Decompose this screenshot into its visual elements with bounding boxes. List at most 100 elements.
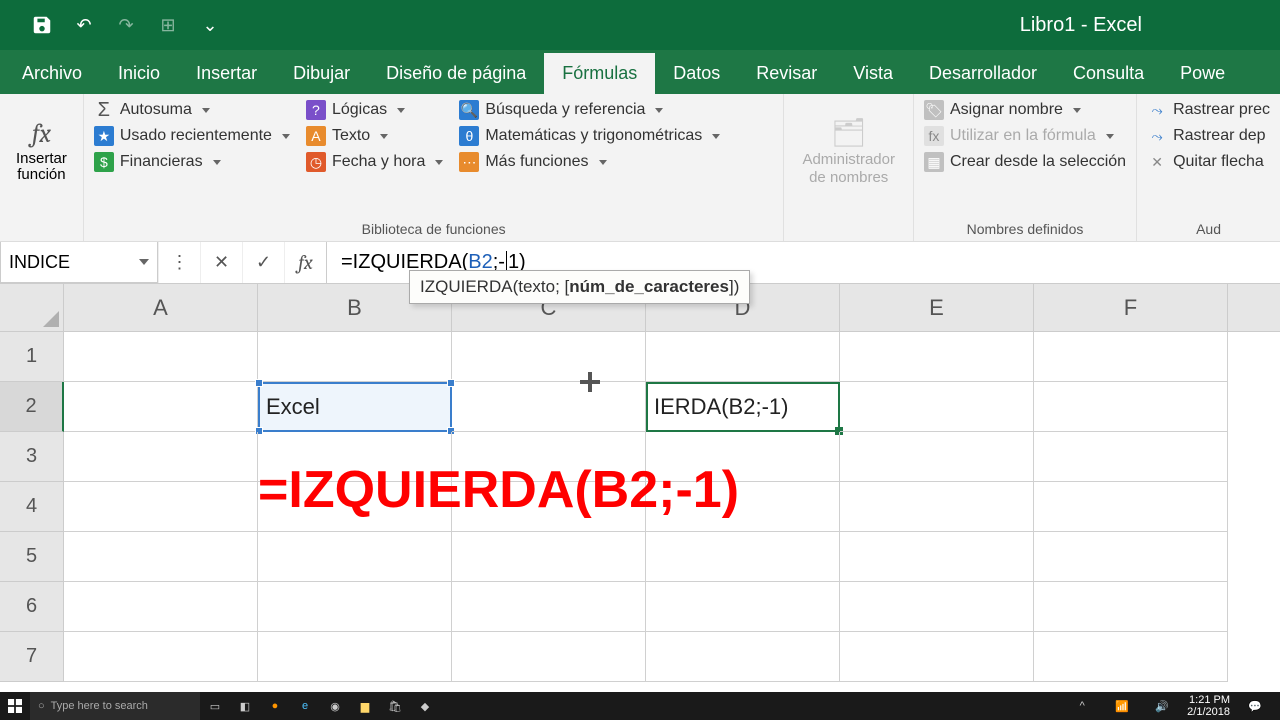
taskbar-app-1[interactable]: ◧ bbox=[230, 692, 260, 720]
cell-e5[interactable] bbox=[840, 532, 1034, 582]
name-box[interactable]: INDICE bbox=[0, 242, 158, 283]
define-name-button[interactable]: 🏷Asignar nombre bbox=[924, 100, 1126, 120]
touch-mode-icon[interactable]: ⊞ bbox=[156, 13, 180, 37]
autosum-button[interactable]: ΣAutosuma bbox=[94, 100, 290, 120]
qat-customize-icon[interactable]: ⌄ bbox=[198, 13, 222, 37]
cell-c6[interactable] bbox=[452, 582, 646, 632]
tab-revisar[interactable]: Revisar bbox=[738, 53, 835, 94]
tab-datos[interactable]: Datos bbox=[655, 53, 738, 94]
notifications-icon[interactable]: 💬 bbox=[1240, 692, 1270, 720]
create-from-selection-button[interactable]: ▦Crear desde la selección bbox=[924, 152, 1126, 172]
cell-f2[interactable] bbox=[1034, 382, 1228, 432]
datetime-button[interactable]: ◷Fecha y hora bbox=[306, 152, 443, 172]
trace-dependents-button[interactable]: ⤳Rastrear dep bbox=[1147, 126, 1270, 146]
tab-vista[interactable]: Vista bbox=[835, 53, 911, 94]
undo-icon[interactable]: ↶ bbox=[72, 13, 96, 37]
cell-a6[interactable] bbox=[64, 582, 258, 632]
name-box-dropdown-icon[interactable] bbox=[139, 259, 149, 265]
more-button[interactable]: ⋯Más funciones bbox=[459, 152, 720, 172]
tray-network-icon[interactable]: 📶 bbox=[1107, 692, 1137, 720]
cell-d2[interactable]: IERDA(B2;-1) bbox=[646, 382, 840, 432]
cell-e6[interactable] bbox=[840, 582, 1034, 632]
cell-a2[interactable] bbox=[64, 382, 258, 432]
cell-d6[interactable] bbox=[646, 582, 840, 632]
row-header-2[interactable]: 2 bbox=[0, 382, 64, 432]
cell-f3[interactable] bbox=[1034, 432, 1228, 482]
taskbar-clock[interactable]: 1:21 PM 2/1/2018 bbox=[1187, 694, 1230, 718]
lookup-button[interactable]: 🔍Búsqueda y referencia bbox=[459, 100, 720, 120]
row-header-6[interactable]: 6 bbox=[0, 582, 64, 632]
cell-e7[interactable] bbox=[840, 632, 1034, 682]
cell-f5[interactable] bbox=[1034, 532, 1228, 582]
trace-precedents-button[interactable]: ⤳Rastrear prec bbox=[1147, 100, 1270, 120]
cell-a4[interactable] bbox=[64, 482, 258, 532]
cell-a5[interactable] bbox=[64, 532, 258, 582]
cancel-formula-button[interactable]: ✕ bbox=[200, 242, 242, 283]
cell-f6[interactable] bbox=[1034, 582, 1228, 632]
cell-e4[interactable] bbox=[840, 482, 1034, 532]
cell-e3[interactable] bbox=[840, 432, 1034, 482]
tab-dibujar[interactable]: Dibujar bbox=[275, 53, 368, 94]
tab-diseno[interactable]: Diseño de página bbox=[368, 53, 544, 94]
cell-c2[interactable] bbox=[452, 382, 646, 432]
insert-function-button[interactable]: fx Insertar función bbox=[10, 96, 73, 206]
recent-button[interactable]: ★Usado recientemente bbox=[94, 126, 290, 146]
cell-a1[interactable] bbox=[64, 332, 258, 382]
taskbar-store[interactable]: 🛍 bbox=[380, 692, 410, 720]
cell-b7[interactable] bbox=[258, 632, 452, 682]
taskbar-edge[interactable]: e bbox=[290, 692, 320, 720]
use-in-formula-button[interactable]: fxUtilizar en la fórmula bbox=[924, 126, 1126, 146]
taskbar-explorer[interactable]: ▆ bbox=[350, 692, 380, 720]
taskbar-search[interactable]: ○ Type here to search bbox=[30, 692, 200, 720]
row-header-4[interactable]: 4 bbox=[0, 482, 64, 532]
cell-a3[interactable] bbox=[64, 432, 258, 482]
col-header-a[interactable]: A bbox=[64, 284, 258, 331]
selection-handle-icon[interactable] bbox=[255, 379, 263, 387]
row-header-5[interactable]: 5 bbox=[0, 532, 64, 582]
cell-b2[interactable]: Excel bbox=[258, 382, 452, 432]
tab-formulas[interactable]: Fórmulas bbox=[544, 53, 655, 94]
tray-up-icon[interactable]: ^ bbox=[1067, 692, 1097, 720]
select-all-corner[interactable] bbox=[0, 284, 64, 332]
text-button[interactable]: ATexto bbox=[306, 126, 443, 146]
cell-f7[interactable] bbox=[1034, 632, 1228, 682]
taskbar-firefox[interactable]: ● bbox=[260, 692, 290, 720]
row-header-1[interactable]: 1 bbox=[0, 332, 64, 382]
tab-power[interactable]: Powe bbox=[1162, 53, 1243, 94]
tab-archivo[interactable]: Archivo bbox=[4, 53, 100, 94]
cell-d5[interactable] bbox=[646, 532, 840, 582]
cell-b5[interactable] bbox=[258, 532, 452, 582]
cell-a7[interactable] bbox=[64, 632, 258, 682]
tray-volume-icon[interactable]: 🔊 bbox=[1147, 692, 1177, 720]
row-header-3[interactable]: 3 bbox=[0, 432, 64, 482]
insert-function-icon[interactable]: fx bbox=[284, 242, 326, 283]
logical-button[interactable]: ?Lógicas bbox=[306, 100, 443, 120]
tab-inicio[interactable]: Inicio bbox=[100, 53, 178, 94]
cell-d1[interactable] bbox=[646, 332, 840, 382]
formula-expand-icon[interactable]: ⋮ bbox=[158, 242, 200, 283]
cell-e2[interactable] bbox=[840, 382, 1034, 432]
row-header-7[interactable]: 7 bbox=[0, 632, 64, 682]
function-tooltip[interactable]: IZQUIERDA(texto; [núm_de_caracteres]) bbox=[409, 270, 750, 304]
taskbar-dropbox[interactable]: ◆ bbox=[410, 692, 440, 720]
save-icon[interactable] bbox=[30, 13, 54, 37]
cell-b6[interactable] bbox=[258, 582, 452, 632]
start-button[interactable] bbox=[0, 692, 30, 720]
math-button[interactable]: θMatemáticas y trigonométricas bbox=[459, 126, 720, 146]
col-header-e[interactable]: E bbox=[840, 284, 1034, 331]
remove-arrows-button[interactable]: ✕Quitar flecha bbox=[1147, 152, 1270, 172]
tab-insertar[interactable]: Insertar bbox=[178, 53, 275, 94]
tab-desarrollador[interactable]: Desarrollador bbox=[911, 53, 1055, 94]
col-header-f[interactable]: F bbox=[1034, 284, 1228, 331]
cell-b1[interactable] bbox=[258, 332, 452, 382]
name-manager-button[interactable]: 🗂 Administrador de nombres bbox=[794, 96, 903, 206]
tab-consulta[interactable]: Consulta bbox=[1055, 53, 1162, 94]
redo-icon[interactable]: ↷ bbox=[114, 13, 138, 37]
task-view-button[interactable]: ▭ bbox=[200, 692, 230, 720]
cell-e1[interactable] bbox=[840, 332, 1034, 382]
cell-c7[interactable] bbox=[452, 632, 646, 682]
cell-c5[interactable] bbox=[452, 532, 646, 582]
cell-c1[interactable] bbox=[452, 332, 646, 382]
cell-f4[interactable] bbox=[1034, 482, 1228, 532]
cell-d7[interactable] bbox=[646, 632, 840, 682]
